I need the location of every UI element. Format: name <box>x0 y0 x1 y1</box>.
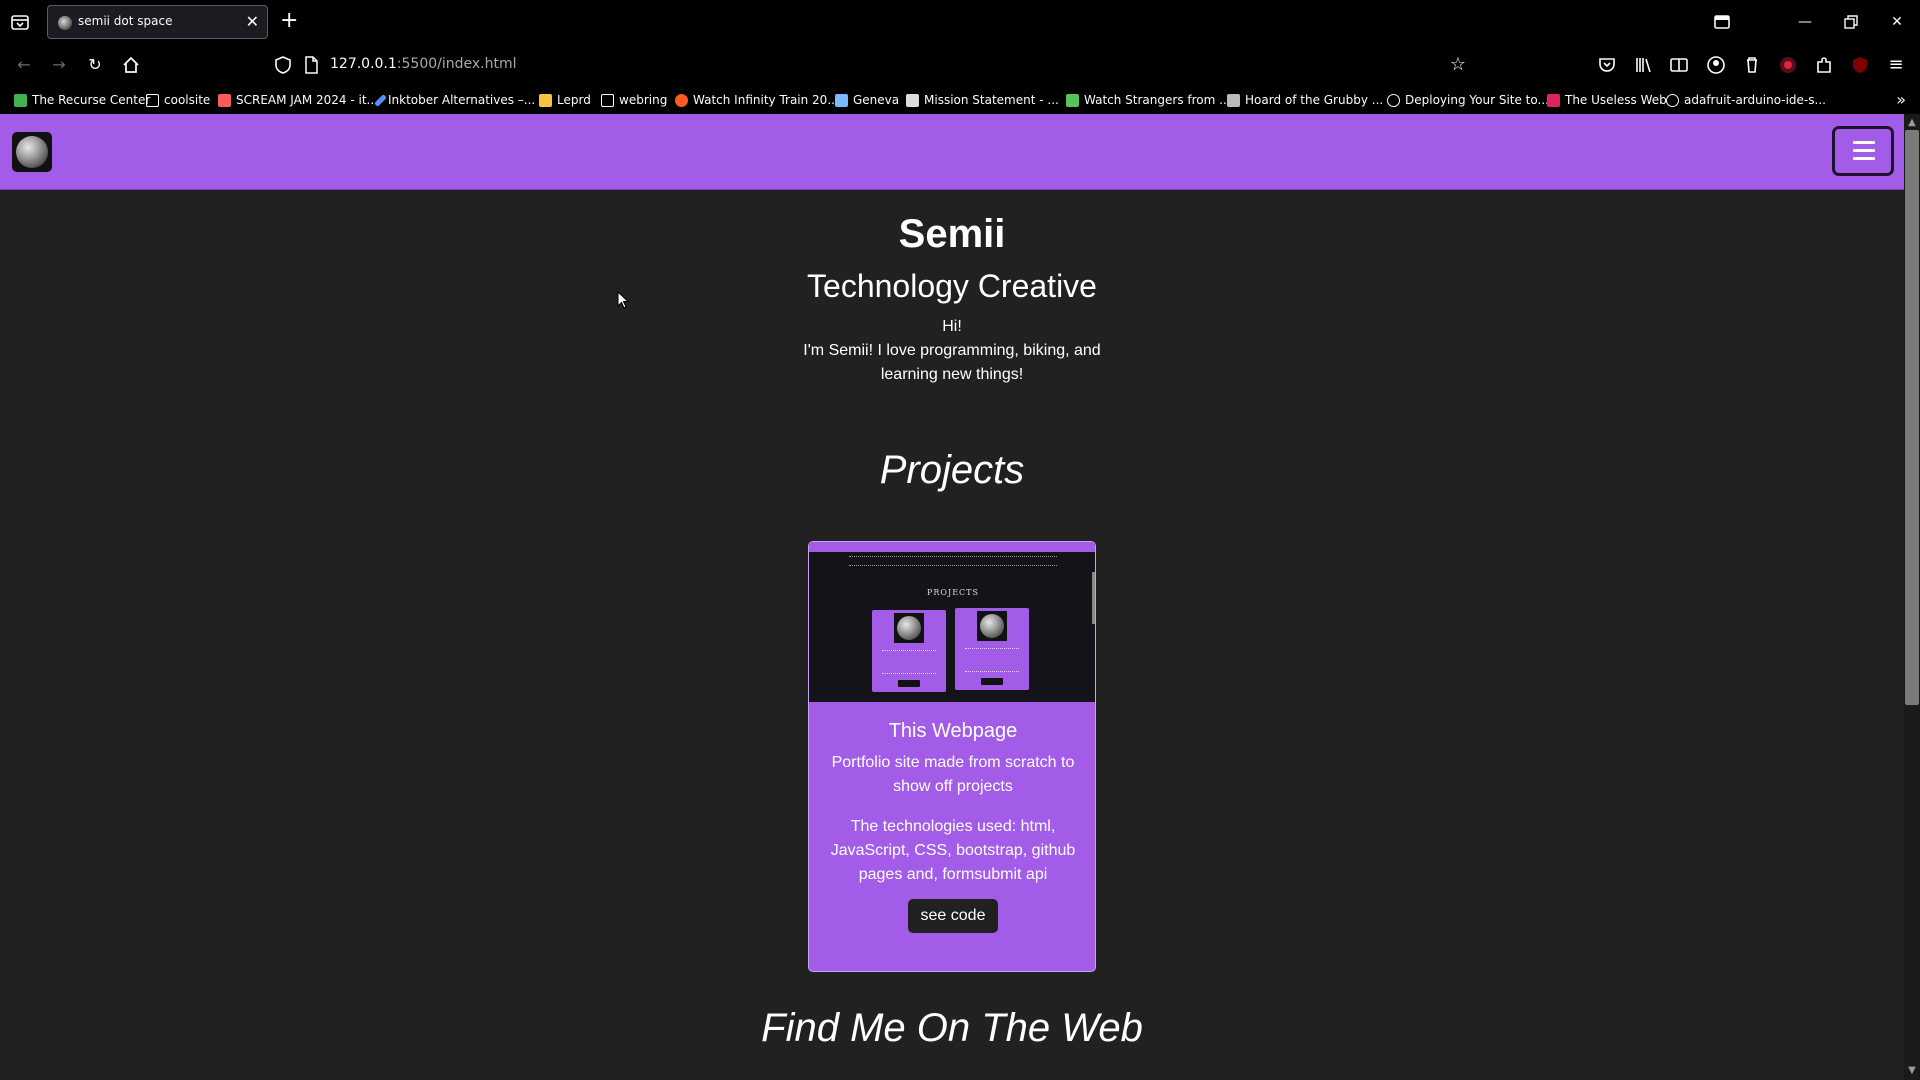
site-tagline: Technology Creative <box>807 268 1097 304</box>
page-info-icon[interactable] <box>299 53 323 77</box>
bookmark-item[interactable]: Deploying Your Site to... <box>1387 92 1549 108</box>
globe-icon <box>1666 93 1679 107</box>
restore-icon[interactable] <box>1839 10 1863 34</box>
back-icon[interactable]: ← <box>12 53 36 77</box>
greeting: Hi! <box>942 318 962 335</box>
scrollbar-thumb[interactable] <box>1905 130 1919 705</box>
geneva-icon <box>835 93 848 107</box>
home-icon[interactable] <box>119 53 143 77</box>
mini-moon <box>894 613 924 643</box>
library-icon[interactable] <box>1631 53 1655 77</box>
project-card-body: This Webpage Portfolio site made from sc… <box>809 702 1095 933</box>
thumb-heading: PROJECTS <box>927 588 979 597</box>
project-description: Portfolio site made from scratch to show… <box>831 754 1075 795</box>
pocket-icon[interactable] <box>1595 53 1619 77</box>
bookmark-item[interactable]: Hoard of the Grubby ... <box>1227 92 1383 108</box>
stripes-icon <box>1066 93 1079 107</box>
play-icon <box>675 93 688 107</box>
more-bookmarks-icon[interactable]: » <box>1896 90 1906 109</box>
navigation-toolbar: ← → ↻ 127.0.0.1:5500/index.html ☆ ≡ <box>0 44 1920 86</box>
forward-icon[interactable]: → <box>47 53 71 77</box>
page-viewport: Semii Technology Creative Hi! I'm Semii!… <box>0 114 1904 1080</box>
thumb-scrollbar <box>1092 572 1095 624</box>
thumb-mini-card <box>955 608 1029 690</box>
close-tab-icon[interactable]: ✕ <box>246 13 259 31</box>
itch-icon <box>218 93 231 107</box>
bookmark-item[interactable]: The Recurse Center <box>14 92 150 108</box>
new-tab-icon[interactable]: + <box>280 9 298 33</box>
extensions-icon[interactable] <box>1812 53 1836 77</box>
tab-overview-icon[interactable] <box>1710 10 1734 34</box>
url-host: 127.0.0.1 <box>330 56 397 72</box>
active-tab[interactable]: semii dot space ✕ <box>47 5 268 39</box>
page-icon <box>906 93 919 107</box>
tab-list-icon[interactable] <box>8 10 32 34</box>
close-window-icon[interactable]: ✕ <box>1885 10 1909 34</box>
bookmark-star-icon[interactable]: ☆ <box>1446 53 1470 77</box>
thumb-text-lines <box>849 556 1057 566</box>
bookmark-folder[interactable]: coolsite <box>146 92 210 108</box>
rc-icon <box>14 93 27 107</box>
bookmark-item[interactable]: Mission Statement - ... <box>906 92 1059 108</box>
mini-moon <box>977 611 1007 641</box>
reload-icon[interactable]: ↻ <box>83 53 107 77</box>
globe-icon <box>1387 93 1400 107</box>
scroll-down-icon[interactable]: ▼ <box>1904 1064 1920 1078</box>
mini-button <box>981 678 1003 685</box>
bookmark-item[interactable]: adafruit-arduino-ide-s... <box>1666 92 1826 108</box>
moon-favicon-icon <box>58 16 72 30</box>
shield-icon[interactable] <box>271 53 295 77</box>
bookmark-item[interactable]: SCREAM JAM 2024 - it... <box>218 92 378 108</box>
project-card: PROJECTS This Webpage Portfolio site mad… <box>808 541 1096 972</box>
bookmark-item[interactable]: The Useless Web <box>1547 92 1667 108</box>
bookmarks-toolbar: The Recurse Center coolsite SCREAM JAM 2… <box>0 86 1920 114</box>
intro-text: Hi! I'm Semii! I love programming, bikin… <box>0 315 1904 387</box>
mini-lines <box>882 650 936 674</box>
minimize-icon[interactable]: — <box>1793 10 1817 34</box>
hoard-icon <box>1227 93 1240 107</box>
find-me-heading: Find Me On The Web <box>761 1006 1143 1050</box>
hamburger-line <box>1853 157 1875 160</box>
folder-icon <box>146 93 159 107</box>
moon-graphic <box>16 136 48 168</box>
scroll-up-icon[interactable]: ▲ <box>1904 116 1920 130</box>
sidebar-icon[interactable] <box>1667 53 1691 77</box>
thumb-navbar <box>809 542 1095 552</box>
hamburger-line <box>1853 149 1875 152</box>
tab-strip: semii dot space ✕ + — ✕ <box>0 0 1920 44</box>
ublock-icon[interactable] <box>1848 53 1872 77</box>
leopard-icon <box>539 93 552 107</box>
browser-window: semii dot space ✕ + — ✕ ← → ↻ 127.0.0.1:… <box>0 0 1920 1080</box>
hamburger-line <box>1853 141 1875 144</box>
useless-icon <box>1547 93 1560 107</box>
projects-heading: Projects <box>879 448 1025 492</box>
mouse-cursor-icon <box>617 291 629 309</box>
folder-icon <box>601 93 614 107</box>
app-menu-icon[interactable]: ≡ <box>1884 53 1908 77</box>
moon-logo-icon[interactable] <box>12 132 52 172</box>
project-screenshot: PROJECTS <box>809 542 1095 702</box>
trash-icon[interactable] <box>1740 53 1764 77</box>
mini-lines <box>965 648 1019 672</box>
bookmark-item[interactable]: Watch Infinity Train 20... <box>675 92 839 108</box>
bookmark-folder[interactable]: webring <box>601 92 667 108</box>
project-title: This Webpage <box>888 720 1018 742</box>
bookmark-item[interactable]: Inktober Alternatives –... <box>374 92 535 108</box>
thumb-mini-card <box>872 610 946 692</box>
bookmark-item[interactable]: Watch Strangers from ... <box>1066 92 1231 108</box>
url-bar[interactable]: 127.0.0.1:5500/index.html <box>330 56 517 72</box>
project-technologies: The technologies used: html, JavaScript,… <box>830 818 1076 883</box>
site-navbar <box>0 114 1904 190</box>
bookmark-item[interactable]: Leprd <box>539 92 591 108</box>
bio: I'm Semii! I love programming, biking, a… <box>803 342 1101 383</box>
mini-button <box>898 680 920 687</box>
see-code-button[interactable]: see code <box>907 899 999 933</box>
bookmark-item[interactable]: Geneva <box>835 92 899 108</box>
account-icon[interactable] <box>1704 53 1728 77</box>
site-name: Semii <box>898 212 1006 256</box>
url-path: :5500/index.html <box>396 56 517 72</box>
tab-title: semii dot space <box>78 14 173 28</box>
hamburger-menu-icon[interactable] <box>1832 126 1894 176</box>
record-extension-icon[interactable] <box>1776 53 1800 77</box>
